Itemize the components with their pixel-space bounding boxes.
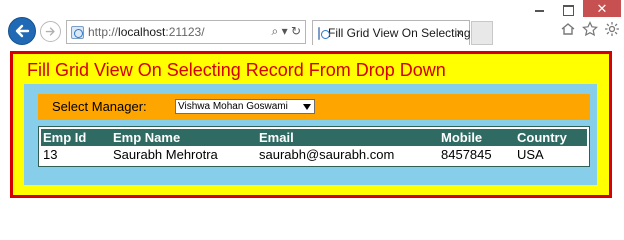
column-header: Country (517, 130, 567, 145)
back-button[interactable] (8, 17, 36, 45)
chevron-down-icon (303, 104, 311, 110)
content-panel: Select Manager: Vishwa Mohan Goswami Emp… (24, 84, 597, 185)
window-close-button[interactable]: ✕ (583, 0, 621, 17)
table-cell: 13 (41, 146, 111, 163)
address-bar[interactable]: http://localhost:21123/ ⌕ ▾ ↻ (66, 20, 306, 44)
tab-favicon-icon (318, 26, 330, 40)
table-cell: 8457845 (439, 146, 515, 163)
browser-chrome: http://localhost:21123/ ⌕ ▾ ↻ Fill Grid … (0, 0, 624, 45)
manager-row: Select Manager: Vishwa Mohan Goswami (38, 94, 590, 120)
browser-right-icons (560, 21, 620, 37)
address-url: http://localhost:21123/ (88, 25, 205, 39)
address-tools[interactable]: ⌕ ▾ ↻ (272, 24, 301, 39)
arrow-right-icon (45, 27, 55, 36)
column-header: Emp Name (113, 130, 181, 145)
grid-header-row: Emp Id Emp Name Email Mobile Country (41, 129, 587, 146)
column-header: Emp Id (43, 130, 87, 145)
table-cell: saurabh@saurabh.com (257, 146, 439, 163)
forward-button[interactable] (40, 21, 61, 42)
page-frame: Fill Grid View On Selecting Record From … (10, 51, 612, 198)
manager-selected-value: Vishwa Mohan Goswami (178, 101, 288, 112)
browser-tab[interactable]: Fill Grid View On Selecting ... × (312, 20, 484, 45)
manager-label: Select Manager: (52, 99, 147, 114)
page-title: Fill Grid View On Selecting Record From … (27, 60, 446, 80)
home-icon[interactable] (560, 21, 576, 37)
table-cell: Saurabh Mehrotra (111, 146, 257, 163)
column-header: Email (259, 130, 294, 145)
tab-close-icon[interactable]: × (456, 26, 463, 40)
table-row: 13 Saurabh Mehrotra saurabh@saurabh.com … (41, 146, 587, 163)
maximize-button[interactable] (555, 2, 580, 16)
page-favicon-icon (71, 25, 84, 39)
minimize-button[interactable] (527, 2, 552, 16)
arrow-left-icon (15, 24, 30, 38)
employee-grid: Emp Id Emp Name Email Mobile Country 13 … (38, 126, 590, 167)
manager-dropdown[interactable]: Vishwa Mohan Goswami (175, 99, 315, 114)
star-icon[interactable] (582, 21, 598, 37)
new-tab-button[interactable] (471, 21, 493, 45)
table-cell: USA (515, 146, 587, 163)
gear-icon[interactable] (604, 21, 620, 37)
column-header: Mobile (441, 130, 483, 145)
